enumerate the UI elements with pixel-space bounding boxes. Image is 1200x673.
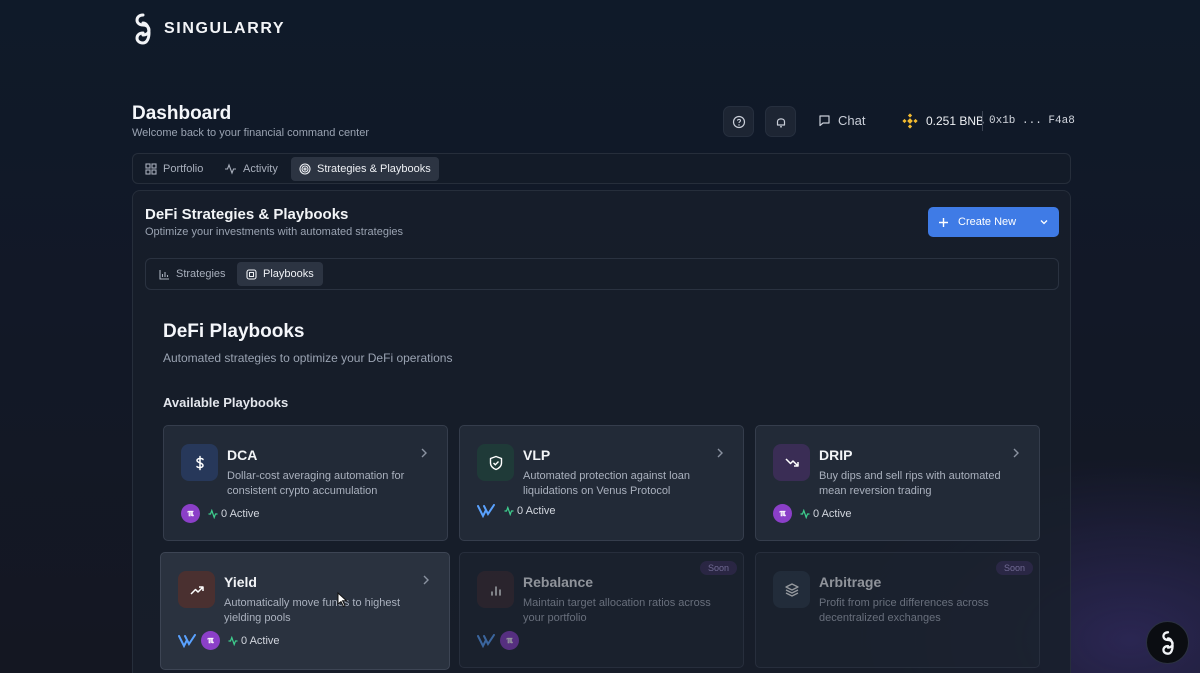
card-footer: ℼ 0 Active bbox=[181, 504, 260, 523]
tab-label: Strategies & Playbooks bbox=[317, 163, 431, 175]
dollar-icon bbox=[181, 444, 218, 481]
tab-label: Strategies bbox=[176, 268, 226, 280]
activity-icon bbox=[504, 506, 514, 516]
bell-icon bbox=[776, 117, 785, 127]
chevron-right-icon bbox=[1013, 448, 1019, 458]
card-description: Buy dips and sell rips with automated me… bbox=[819, 470, 1001, 497]
card-title: Arbitrage bbox=[819, 574, 882, 590]
active-count: 0 Active bbox=[813, 507, 852, 520]
playbook-card-drip[interactable]: DRIP Buy dips and sell rips with automat… bbox=[755, 425, 1040, 541]
card-description: Profit from price differences across dec… bbox=[819, 597, 989, 624]
tab-label: Playbooks bbox=[263, 268, 314, 280]
tab-portfolio[interactable]: Portfolio bbox=[137, 157, 211, 181]
playbook-card-yield[interactable]: Yield Automatically move funds to highes… bbox=[160, 552, 450, 670]
sub-tabs: Strategies Playbooks bbox=[145, 258, 1059, 290]
playbook-card-vlp[interactable]: VLP Automated protection against loan li… bbox=[459, 425, 744, 541]
soon-badge: Soon bbox=[995, 561, 1033, 575]
playbook-card-arbitrage: Arbitrage Profit from price differences … bbox=[755, 552, 1040, 668]
plus-icon bbox=[939, 217, 948, 227]
soon-badge: Soon bbox=[699, 561, 737, 575]
shield-icon bbox=[477, 444, 514, 481]
tab-label: Portfolio bbox=[163, 163, 204, 175]
strategies-panel: DeFi Strategies & Playbooks Optimize you… bbox=[132, 190, 1071, 673]
chat-button[interactable]: Chat bbox=[818, 113, 865, 128]
active-count: 0 Active bbox=[221, 507, 260, 520]
tab-strategies[interactable]: Strategies bbox=[150, 262, 235, 286]
trend-down-icon bbox=[773, 444, 810, 481]
activity-icon bbox=[228, 635, 238, 646]
main-tabs: Portfolio Activity Strategies & Playbook… bbox=[132, 153, 1071, 184]
wallet-address[interactable]: 0x1b ... F4a8 bbox=[989, 115, 1075, 127]
chevron-right-icon bbox=[421, 448, 427, 458]
venus-protocol-icon bbox=[477, 504, 495, 518]
help-icon bbox=[732, 115, 745, 128]
card-footer: ℼ bbox=[477, 631, 519, 650]
venus-protocol-icon bbox=[477, 633, 495, 648]
target-icon bbox=[299, 163, 311, 175]
panel-subtitle: Optimize your investments with automated… bbox=[145, 226, 404, 238]
available-playbooks-heading: Available Playbooks bbox=[163, 395, 289, 410]
create-new-button[interactable]: Create New bbox=[928, 207, 1059, 237]
chat-label: Chat bbox=[838, 113, 866, 128]
activity-icon bbox=[800, 508, 810, 519]
wallet-balance[interactable]: 0.251 BNB bbox=[902, 113, 984, 129]
chat-icon bbox=[819, 115, 830, 127]
page-title: Dashboard bbox=[132, 103, 232, 124]
activity-icon bbox=[225, 163, 236, 175]
divider bbox=[982, 111, 983, 131]
playbook-card-rebalance: Rebalance Maintain target allocation rat… bbox=[459, 552, 744, 668]
active-count: 0 Active bbox=[241, 634, 280, 647]
protocol-token-icon: ℼ bbox=[201, 631, 220, 650]
chevron-right-icon bbox=[423, 575, 429, 585]
playbooks-title: DeFi Playbooks bbox=[163, 321, 305, 342]
card-footer: ℼ 0 Active bbox=[178, 631, 280, 650]
trend-up-icon bbox=[178, 571, 215, 608]
bnb-icon bbox=[902, 113, 918, 129]
brand-logo[interactable]: SINGULARRY bbox=[132, 12, 285, 46]
bar-chart-icon bbox=[159, 269, 169, 280]
card-description: Dollar-cost averaging automation for con… bbox=[227, 470, 405, 497]
venus-protocol-icon bbox=[178, 633, 196, 648]
chevron-right-icon bbox=[717, 448, 723, 458]
protocol-token-icon: ℼ bbox=[181, 504, 200, 523]
tab-label: Activity bbox=[243, 163, 278, 175]
card-title: DRIP bbox=[819, 447, 853, 463]
playbook-card-dca[interactable]: DCA Dollar-cost averaging automation for… bbox=[163, 425, 448, 541]
brand-name: SINGULARRY bbox=[164, 20, 286, 37]
tab-activity[interactable]: Activity bbox=[216, 157, 286, 181]
card-footer: ℼ 0 Active bbox=[773, 504, 852, 523]
singularry-logo-icon bbox=[135, 13, 151, 45]
playbooks-subtitle: Automated strategies to optimize your De… bbox=[163, 351, 453, 365]
mouse-cursor-icon bbox=[337, 592, 348, 608]
layers-icon bbox=[773, 571, 810, 608]
notifications-button[interactable] bbox=[765, 106, 796, 137]
activity-icon bbox=[208, 508, 218, 519]
card-description: Automated protection against loan liquid… bbox=[523, 470, 690, 497]
protocol-token-icon: ℼ bbox=[773, 504, 792, 523]
grid-icon bbox=[145, 163, 157, 175]
playbook-icon bbox=[246, 268, 257, 280]
card-title: Rebalance bbox=[523, 574, 594, 590]
card-footer: 0 Active bbox=[477, 504, 556, 518]
create-label: Create New bbox=[958, 216, 1017, 228]
assistant-fab-button[interactable] bbox=[1146, 621, 1189, 664]
page-subtitle: Welcome back to your financial command c… bbox=[132, 127, 370, 139]
tab-strategies-playbooks[interactable]: Strategies & Playbooks bbox=[291, 157, 439, 181]
active-count: 0 Active bbox=[517, 505, 556, 517]
panel-title: DeFi Strategies & Playbooks bbox=[145, 206, 349, 223]
help-button[interactable] bbox=[723, 106, 754, 137]
card-title: Yield bbox=[224, 574, 257, 590]
balance-value: 0.251 BNB bbox=[926, 114, 985, 128]
protocol-token-icon: ℼ bbox=[500, 631, 519, 650]
bar-chart-icon bbox=[477, 571, 514, 608]
card-description: Maintain target allocation ratios across… bbox=[523, 597, 711, 624]
card-title: VLP bbox=[523, 447, 551, 463]
tab-playbooks[interactable]: Playbooks bbox=[237, 262, 323, 286]
card-description: Automatically move funds to highest yiel… bbox=[224, 597, 401, 624]
singularry-logo-icon bbox=[1161, 630, 1174, 655]
chevron-down-icon bbox=[1040, 220, 1048, 225]
card-title: DCA bbox=[227, 447, 258, 463]
